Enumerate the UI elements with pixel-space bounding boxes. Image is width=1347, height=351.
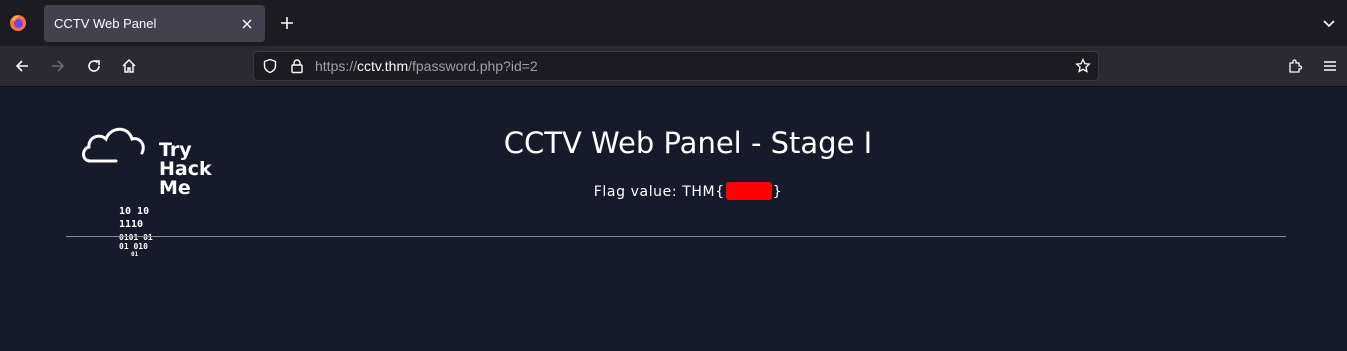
hamburger-icon[interactable] <box>1318 54 1342 78</box>
logo-binary-1: 10 10 <box>119 206 150 217</box>
address-bar[interactable]: https://cctv.thm/fpassword.php?id=2 <box>253 51 1099 81</box>
close-icon[interactable] <box>235 12 259 36</box>
tab-bar: CCTV Web Panel <box>0 0 1347 46</box>
page-content: 10 10 1110 0101 01 01 010 01 Try Hack Me… <box>0 87 1347 351</box>
divider <box>66 236 1286 237</box>
url-host: cctv.thm <box>357 58 409 74</box>
url-text[interactable]: https://cctv.thm/fpassword.php?id=2 <box>315 58 538 74</box>
puzzle-icon[interactable] <box>1283 54 1307 78</box>
logo-binary-2: 1110 <box>119 219 144 230</box>
tab-cctv-web-panel[interactable]: CCTV Web Panel <box>44 5 265 42</box>
lock-icon[interactable] <box>289 58 305 74</box>
reload-icon[interactable] <box>82 54 106 78</box>
url-scheme: https:// <box>315 58 358 74</box>
arrow-right-icon[interactable] <box>46 54 70 78</box>
tab-title: CCTV Web Panel <box>54 16 157 31</box>
logo-binary-5: 01 <box>131 251 139 258</box>
plus-icon[interactable] <box>277 13 297 33</box>
flag-suffix: } <box>772 184 783 200</box>
firefox-icon <box>10 15 26 31</box>
redaction-box <box>725 182 772 200</box>
navigation-toolbar: https://cctv.thm/fpassword.php?id=2 <box>0 46 1347 87</box>
shield-icon[interactable] <box>262 58 278 74</box>
star-icon[interactable] <box>1075 58 1091 74</box>
flag-value: Flag value: THM{} <box>0 182 1347 200</box>
home-icon[interactable] <box>117 54 141 78</box>
arrow-left-icon[interactable] <box>10 54 34 78</box>
url-path: /fpassword.php?id=2 <box>408 58 538 74</box>
flag-prefix: Flag value: THM{ <box>593 184 725 200</box>
page-title: CCTV Web Panel - Stage I <box>503 126 873 160</box>
chevron-down-icon[interactable] <box>1319 13 1339 33</box>
